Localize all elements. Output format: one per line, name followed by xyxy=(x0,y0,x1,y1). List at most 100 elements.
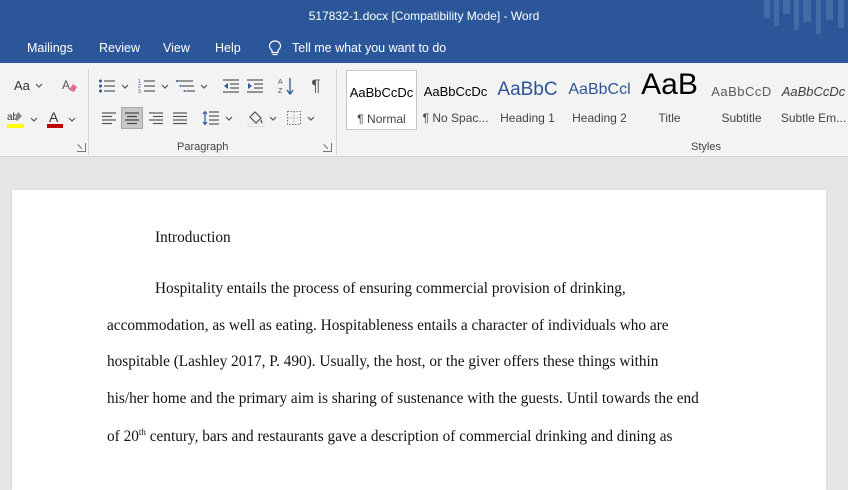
style-label: Title xyxy=(658,111,681,125)
paragraph-group-label: Paragraph xyxy=(177,141,229,153)
paragraph-line: of 20th century, bars and restaurants ga… xyxy=(107,427,672,446)
center-button[interactable] xyxy=(121,107,143,129)
style-subtle-emphasis[interactable]: AaBbCcDc Subtle Em... xyxy=(778,70,848,130)
increase-indent-button[interactable] xyxy=(244,76,266,96)
styles-group-label: Styles xyxy=(691,141,721,153)
decrease-indent-button[interactable] xyxy=(220,76,242,96)
title-bar-decoration xyxy=(758,0,848,34)
style-normal[interactable]: AaBbCcDc ¶ Normal xyxy=(346,70,417,130)
multilevel-list-icon xyxy=(176,80,195,92)
line-segment: of 20 xyxy=(107,428,139,445)
numbering-button[interactable]: 1 2 3 xyxy=(138,76,170,96)
document-area: Introduction Hospitality entails the pro… xyxy=(0,158,848,490)
style-label: ¶ No Spac... xyxy=(422,111,489,125)
font-color-button[interactable]: A xyxy=(46,108,77,130)
change-case-button[interactable]: Aa xyxy=(14,75,44,95)
paragraph-line: Hospitality entails the process of ensur… xyxy=(155,280,626,297)
styles-gallery: AaBbCcDc ¶ Normal AaBbCcDc ¶ No Spac... … xyxy=(344,68,848,130)
style-sample: AaBbCcDc xyxy=(349,85,414,100)
align-right-icon xyxy=(149,112,163,125)
chevron-down-icon xyxy=(200,84,208,89)
paragraph-dialog-launcher[interactable] xyxy=(323,143,332,152)
style-sample: AaBbCcDc xyxy=(781,84,846,99)
chevron-down-icon xyxy=(35,83,43,88)
chevron-down-icon xyxy=(307,116,315,121)
style-heading-1[interactable]: AaBbC Heading 1 xyxy=(492,70,563,130)
style-sample: AaB xyxy=(641,70,698,101)
style-subtitle[interactable]: AaBbCcD Subtitle xyxy=(706,70,777,130)
paint-bucket-icon xyxy=(247,111,265,127)
window-title: 517832-1.docx [Compatibility Mode] - Wor… xyxy=(308,9,540,23)
style-label: Heading 2 xyxy=(572,111,627,125)
align-left-button[interactable] xyxy=(98,107,120,129)
paragraph-line: accommodation, as well as eating. Hospit… xyxy=(107,317,669,334)
style-sample: AaBbCcDc xyxy=(423,84,488,99)
highlighter-icon: ab xyxy=(7,112,24,128)
line-spacing-button[interactable] xyxy=(202,107,234,129)
chevron-down-icon xyxy=(121,84,129,89)
bullets-icon xyxy=(99,79,115,93)
chevron-down-icon xyxy=(225,116,233,121)
sort-icon: A Z xyxy=(278,78,294,96)
group-separator xyxy=(336,69,337,155)
style-label: Subtle Em... xyxy=(780,111,847,125)
document-heading: Introduction xyxy=(155,229,231,246)
style-sample: AaBbCcl xyxy=(568,81,631,98)
line-spacing-icon xyxy=(202,110,219,126)
tab-review[interactable]: Review xyxy=(99,41,140,55)
svg-text:Z: Z xyxy=(278,88,283,95)
show-formatting-marks-button[interactable]: ¶ xyxy=(306,75,326,97)
style-title[interactable]: AaB Title xyxy=(634,70,705,130)
line-segment: century, bars and restaurants gave a des… xyxy=(145,428,673,445)
tell-me-label: Tell me what you want to do xyxy=(292,41,447,55)
style-label: ¶ Normal xyxy=(357,112,406,126)
justify-button[interactable] xyxy=(169,107,191,129)
font-dialog-launcher[interactable] xyxy=(77,143,86,152)
superscript: th xyxy=(138,427,146,437)
chevron-down-icon xyxy=(269,116,277,121)
clear-formatting-button[interactable]: A xyxy=(60,75,80,95)
align-center-icon xyxy=(125,112,139,125)
shading-button[interactable] xyxy=(246,107,278,129)
style-sample: AaBbCcD xyxy=(711,84,772,99)
highlight-color-button[interactable]: ab xyxy=(6,108,39,130)
lightbulb-icon xyxy=(268,40,282,56)
multilevel-list-button[interactable] xyxy=(176,76,209,96)
svg-text:3: 3 xyxy=(138,89,141,94)
document-page[interactable]: Introduction Hospitality entails the pro… xyxy=(12,190,826,490)
group-separator xyxy=(88,69,89,155)
paragraph-line: his/her home and the primary aim is shar… xyxy=(107,390,699,407)
chevron-down-icon xyxy=(161,84,169,89)
chevron-down-icon xyxy=(30,117,38,122)
tell-me-search[interactable]: Tell me what you want to do xyxy=(268,40,446,56)
tab-help[interactable]: Help xyxy=(215,41,241,55)
bullets-button[interactable] xyxy=(98,76,130,96)
svg-text:A: A xyxy=(62,78,70,92)
pilcrow-icon: ¶ xyxy=(311,76,321,95)
ribbon-home: Aa A ab A 1 2 3 A Z ¶ Paragraph AaBbCcDc… xyxy=(0,63,848,157)
style-sample: AaBbC xyxy=(497,79,558,100)
align-left-icon xyxy=(102,112,116,125)
justify-icon xyxy=(173,112,187,125)
ribbon-tab-bar: Mailings Review View Help Tell me what y… xyxy=(0,34,848,63)
chevron-down-icon xyxy=(68,117,76,122)
style-label: Subtitle xyxy=(721,111,762,125)
numbering-icon: 1 2 3 xyxy=(138,79,155,94)
tab-mailings[interactable]: Mailings xyxy=(27,41,73,55)
svg-text:A: A xyxy=(49,109,59,125)
svg-text:A: A xyxy=(278,79,283,86)
align-right-button[interactable] xyxy=(145,107,167,129)
eraser-icon: A xyxy=(62,78,77,92)
change-case-label: Aa xyxy=(14,77,30,93)
increase-indent-icon xyxy=(247,79,263,93)
paragraph-line: hospitable (Lashley 2017, P. 490). Usual… xyxy=(107,353,659,370)
style-heading-2[interactable]: AaBbCcl Heading 2 xyxy=(564,70,635,130)
borders-button[interactable] xyxy=(286,107,316,129)
decrease-indent-icon xyxy=(223,79,239,93)
title-bar: 517832-1.docx [Compatibility Mode] - Wor… xyxy=(0,0,848,34)
tab-view[interactable]: View xyxy=(163,41,190,55)
sort-button[interactable]: A Z xyxy=(275,75,297,97)
style-label: Heading 1 xyxy=(500,111,555,125)
borders-icon xyxy=(287,111,301,125)
style-no-spacing[interactable]: AaBbCcDc ¶ No Spac... xyxy=(420,70,491,130)
